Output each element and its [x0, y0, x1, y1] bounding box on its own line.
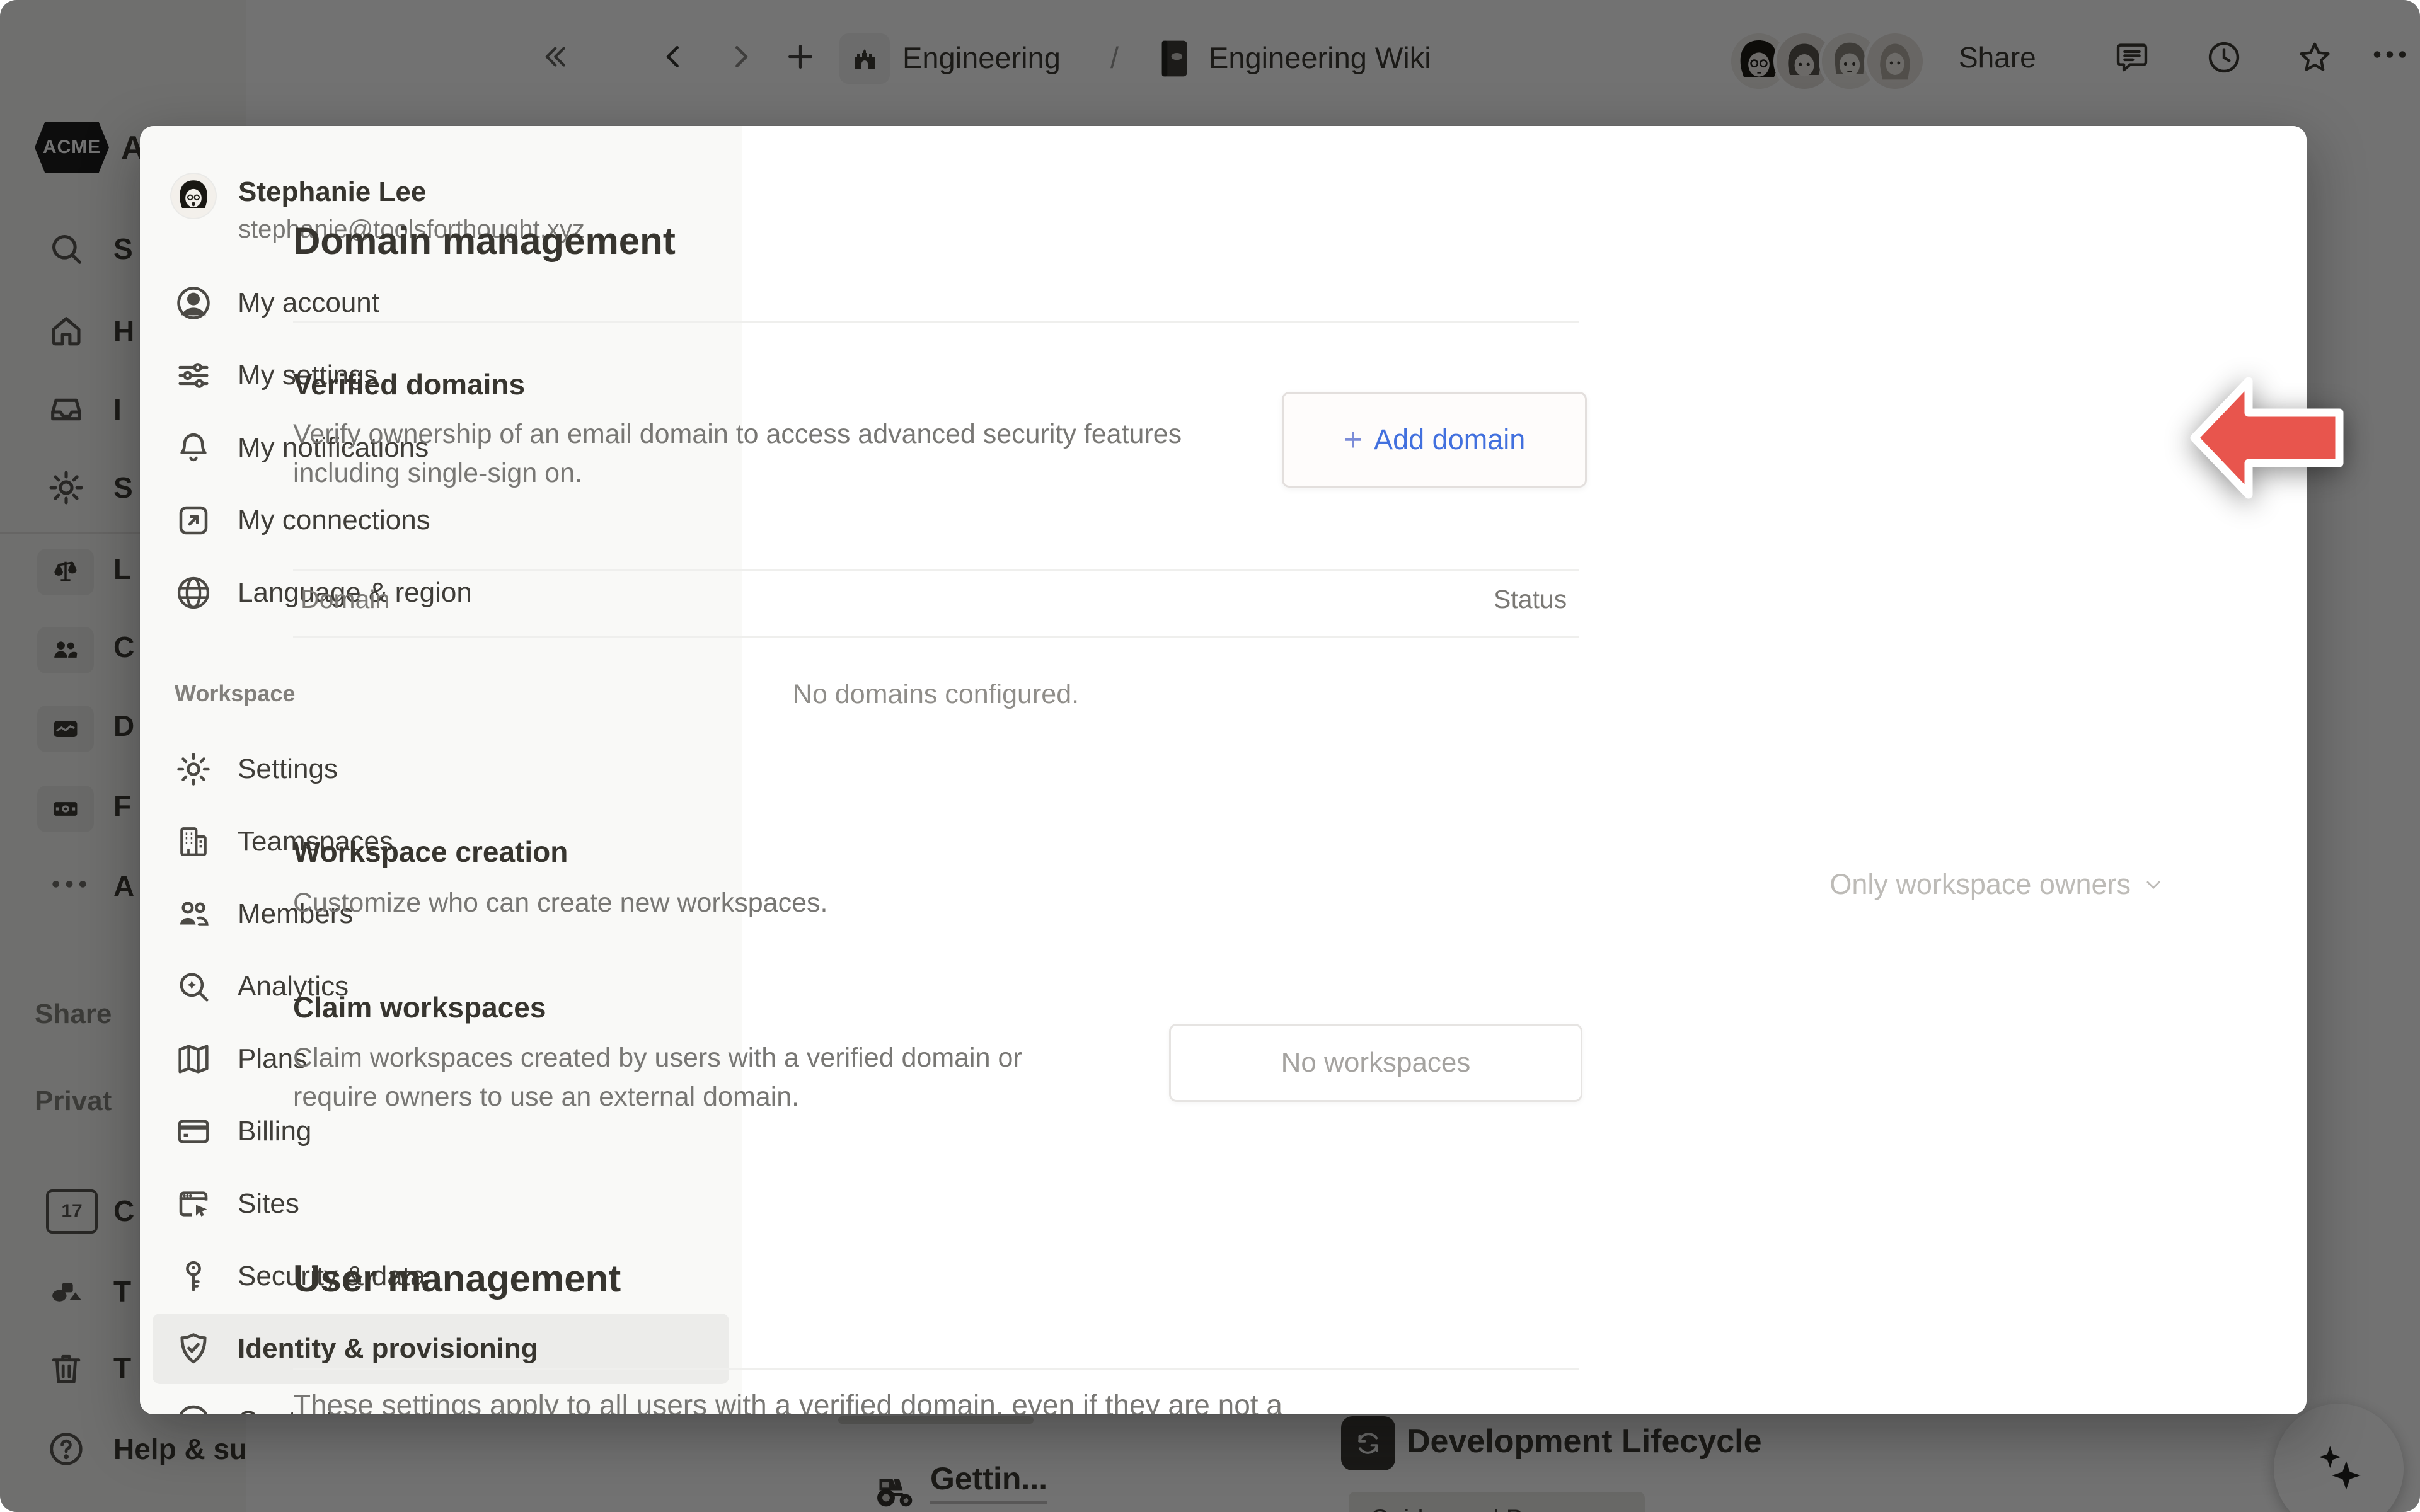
building-icon: [173, 822, 214, 862]
shield-check-icon: [173, 1329, 214, 1369]
key-icon: [173, 1256, 214, 1297]
table-header-status: Status: [1494, 585, 1567, 614]
no-workspaces-button[interactable]: No workspaces: [1169, 1024, 1582, 1102]
globe-icon: [173, 573, 214, 613]
workspace-creation-description: Customize who can create new workspaces.: [293, 883, 827, 922]
verified-domains-description: Verify ownership of an email domain to a…: [293, 415, 1276, 493]
sidebar-item-sites[interactable]: Sites: [153, 1169, 729, 1239]
verified-domains-title: Verified domains: [293, 367, 525, 401]
add-domain-button[interactable]: + Add domain: [1282, 392, 1587, 488]
screenshot-stage: Engineering / Engineering Wiki Share ACM…: [0, 0, 2420, 1512]
workspace-section-label: Workspace: [175, 680, 295, 707]
sidebar-item-identity-provisioning[interactable]: Identity & provisioning: [153, 1314, 729, 1384]
no-workspaces-label: No workspaces: [1281, 1047, 1471, 1079]
sidebar-item-label: Billing: [238, 1116, 311, 1147]
sidebar-item-my-connections[interactable]: My connections: [153, 485, 729, 556]
section-divider: [293, 321, 1579, 323]
members-icon: [173, 894, 214, 934]
table-empty-state: No domains configured.: [293, 679, 1579, 710]
question-circle-icon: [173, 1401, 214, 1414]
sidebar-item-label: Settings: [238, 753, 338, 785]
settings-content: [742, 126, 2307, 1414]
dropdown-value: Only workspace owners: [1829, 868, 2131, 901]
sliders-icon: [173, 355, 214, 396]
claim-workspaces-description: Claim workspaces created by users with a…: [293, 1038, 1049, 1116]
account-name: Stephanie Lee: [238, 176, 426, 208]
sidebar-item-label: Sites: [238, 1188, 299, 1220]
sidebar-item-settings[interactable]: Settings: [153, 734, 729, 805]
add-domain-label: Add domain: [1374, 423, 1525, 456]
app-window: Engineering / Engineering Wiki Share ACM…: [0, 0, 2420, 1512]
account-avatar: [171, 174, 216, 218]
table-bottom-border: [293, 636, 1579, 638]
table-top-border: [293, 569, 1579, 571]
sidebar-item-my-account[interactable]: My account: [153, 268, 729, 338]
workspace-creation-dropdown[interactable]: Only workspace owners: [1829, 868, 2165, 901]
sidebar-item-label: Identity & provisioning: [238, 1333, 538, 1365]
bell-icon: [173, 428, 214, 468]
person-circle-icon: [173, 283, 214, 323]
settings-sidebar: Stephanie Lee stephanie@toolsforthought.…: [140, 126, 742, 1414]
arrow-up-right-box-icon: [173, 500, 214, 541]
chevron-down-icon: [2142, 873, 2165, 896]
settings-modal: Stephanie Lee stephanie@toolsforthought.…: [140, 126, 2307, 1414]
credit-card-icon: [173, 1111, 214, 1152]
table-header-domain: Domain: [301, 585, 389, 614]
sidebar-item-label: My connections: [238, 505, 430, 536]
map-icon: [173, 1039, 214, 1079]
annotation-arrow-icon: [2168, 362, 2363, 517]
user-management-description: These settings apply to all users with a…: [293, 1388, 1591, 1414]
claim-workspaces-title: Claim workspaces: [293, 990, 546, 1024]
workspace-creation-title: Workspace creation: [293, 835, 568, 869]
sidebar-item-label: My account: [238, 287, 379, 319]
gear-icon: [173, 749, 214, 789]
section-divider: [293, 1368, 1579, 1370]
plus-icon: +: [1344, 421, 1363, 459]
user-management-title: User management: [293, 1257, 621, 1300]
analytics-search-icon: [173, 966, 214, 1007]
page-title: Domain management: [293, 219, 676, 263]
sidebar-item-language-region[interactable]: Language & region: [153, 558, 729, 628]
browser-window-icon: [173, 1184, 214, 1224]
